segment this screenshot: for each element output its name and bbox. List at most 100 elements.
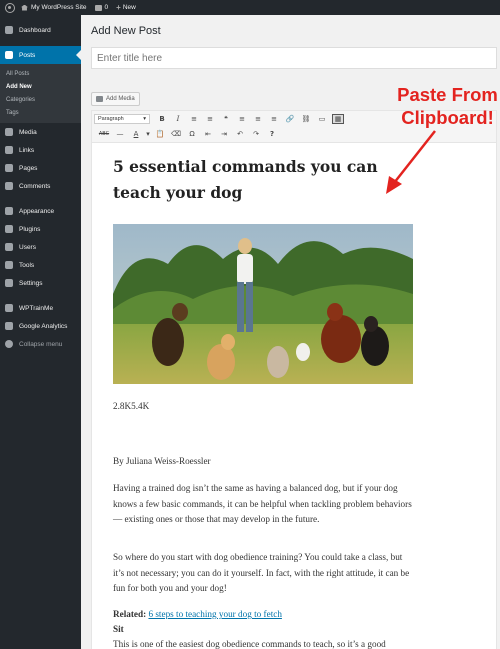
- redo-button[interactable]: ↷: [248, 128, 264, 140]
- plus-icon: +: [116, 3, 121, 12]
- text-color-button[interactable]: A: [128, 128, 144, 140]
- pages-icon: [5, 164, 13, 172]
- paste-callout: Paste From Clipboard!: [395, 83, 500, 129]
- sidebar-item-users[interactable]: Users: [0, 238, 81, 256]
- align-right-button[interactable]: ≡: [266, 113, 282, 125]
- media-icon: [96, 96, 103, 102]
- add-media-label: Add Media: [106, 96, 135, 102]
- sidebar-item-google-analytics[interactable]: Google Analytics: [0, 317, 81, 335]
- callout-arrow-icon: [386, 130, 436, 194]
- new-content-link[interactable]: + New: [116, 3, 136, 12]
- horizontal-line-button[interactable]: —: [112, 128, 128, 140]
- editor-content-area[interactable]: 5 essential commands you can teach your …: [91, 143, 497, 649]
- sidebar-item-collapse-menu[interactable]: Collapse menu: [0, 335, 81, 353]
- comments-link[interactable]: 0: [94, 4, 109, 11]
- settings-icon: [5, 279, 13, 287]
- submenu-categories[interactable]: Categories: [0, 93, 81, 106]
- sit-heading: Sit: [113, 624, 124, 634]
- sidebar-item-label: Google Analytics: [19, 322, 68, 330]
- decrease-indent-button[interactable]: ⇤: [200, 128, 216, 140]
- sidebar-item-label: Dashboard: [19, 26, 51, 34]
- dashboard-icon: [5, 26, 13, 34]
- bold-button[interactable]: B: [154, 113, 170, 125]
- numbered-list-button[interactable]: ≡: [202, 113, 218, 125]
- submenu-all-posts[interactable]: All Posts: [0, 67, 81, 80]
- sidebar-item-media[interactable]: Media: [0, 123, 81, 141]
- site-name-link[interactable]: My WordPress Site: [21, 4, 87, 11]
- format-select[interactable]: Paragraph ▾: [94, 113, 150, 124]
- site-name-label: My WordPress Site: [31, 4, 87, 11]
- remove-link-button[interactable]: ⛓: [298, 113, 314, 125]
- sidebar-item-label: Pages: [19, 164, 38, 172]
- sidebar-item-label: Posts: [19, 51, 36, 59]
- sidebar-item-label: Links: [19, 146, 35, 154]
- paragraph-2: So where do you start with dog obedience…: [113, 552, 410, 593]
- insert-link-button[interactable]: 🔗: [282, 113, 298, 125]
- text-color-dropdown[interactable]: ▾: [144, 128, 152, 140]
- read-more-button[interactable]: ▭: [314, 113, 330, 125]
- sidebar-item-label: Users: [19, 243, 36, 251]
- submenu-add-new[interactable]: Add New: [0, 80, 81, 93]
- increase-indent-button[interactable]: ⇥: [216, 128, 232, 140]
- sidebar-item-dashboard[interactable]: Dashboard: [0, 21, 81, 39]
- undo-button[interactable]: ↶: [232, 128, 248, 140]
- sidebar-item-label: Plugins: [19, 225, 41, 233]
- help-button[interactable]: ?: [264, 128, 280, 140]
- new-label: New: [122, 4, 136, 11]
- callout-line-1: Paste From: [397, 84, 498, 105]
- post-title-input[interactable]: [91, 47, 497, 69]
- align-center-button[interactable]: ≡: [250, 113, 266, 125]
- paste-as-text-button[interactable]: 📋: [152, 128, 168, 140]
- pushpin-icon: [5, 51, 13, 59]
- blockquote-button[interactable]: ❝: [218, 113, 234, 125]
- sit-paragraph: This is one of the easiest dog obedience…: [113, 639, 386, 649]
- page-title: Add New Post: [91, 25, 161, 37]
- strikethrough-button[interactable]: ABC: [96, 128, 112, 140]
- sidebar-item-settings[interactable]: Settings: [0, 274, 81, 292]
- related-line: Related: 6 steps to teaching your dog to…: [113, 607, 413, 623]
- comments-count: 0: [104, 4, 109, 11]
- sidebar-item-wptrainme[interactable]: WPTrainMe: [0, 299, 81, 317]
- toolbar-toggle-button[interactable]: ▦: [332, 113, 344, 124]
- bulleted-list-button[interactable]: ≡: [186, 113, 202, 125]
- collapse-icon: [5, 340, 13, 348]
- italic-button[interactable]: I: [170, 113, 186, 125]
- sidebar-item-appearance[interactable]: Appearance: [0, 202, 81, 220]
- sidebar-item-label: Collapse menu: [19, 340, 63, 348]
- callout-line-2: Clipboard!: [401, 107, 494, 128]
- brush-icon: [5, 207, 13, 215]
- post-heading: 5 essential commands you can teach your …: [113, 157, 378, 202]
- clear-formatting-button[interactable]: ⌫: [168, 128, 184, 140]
- admin-bar: My WordPress Site 0 + New: [0, 0, 500, 15]
- sidebar-item-label: Tools: [19, 261, 35, 269]
- special-character-button[interactable]: Ω: [184, 128, 200, 140]
- share-counts: 2.8K5.4K: [113, 401, 150, 411]
- wordpress-logo-icon[interactable]: [5, 2, 15, 13]
- format-select-value: Paragraph: [98, 115, 124, 122]
- sidebar-item-plugins[interactable]: Plugins: [0, 220, 81, 238]
- byline: By Juliana Weiss-Roessler: [113, 456, 211, 466]
- sidebar-item-posts[interactable]: Posts: [0, 46, 81, 64]
- dogs-photo: [113, 224, 413, 384]
- add-media-button[interactable]: Add Media: [91, 92, 140, 106]
- submenu-tags[interactable]: Tags: [0, 106, 81, 119]
- sidebar-item-label: Comments: [19, 182, 51, 190]
- sidebar-item-pages[interactable]: Pages: [0, 159, 81, 177]
- chevron-down-icon: ▾: [143, 115, 146, 122]
- related-link[interactable]: 6 steps to teaching your dog to fetch: [148, 609, 281, 619]
- sidebar-item-label: WPTrainMe: [19, 304, 54, 312]
- sidebar-item-comments[interactable]: Comments: [0, 177, 81, 195]
- admin-sidebar: Dashboard Posts All Posts Add New Catego…: [0, 15, 81, 649]
- posts-submenu: All Posts Add New Categories Tags: [0, 64, 81, 123]
- paragraph-1: Having a trained dog isn’t the same as h…: [113, 483, 412, 524]
- align-left-button[interactable]: ≡: [234, 113, 250, 125]
- comment-bubble-icon: [94, 4, 102, 11]
- sidebar-item-label: Settings: [19, 279, 43, 287]
- home-icon: [21, 4, 28, 11]
- link-icon: [5, 146, 13, 154]
- media-icon: [5, 128, 13, 136]
- sidebar-item-tools[interactable]: Tools: [0, 256, 81, 274]
- sidebar-item-label: Appearance: [19, 207, 55, 215]
- plugin-icon: [5, 225, 13, 233]
- sidebar-item-links[interactable]: Links: [0, 141, 81, 159]
